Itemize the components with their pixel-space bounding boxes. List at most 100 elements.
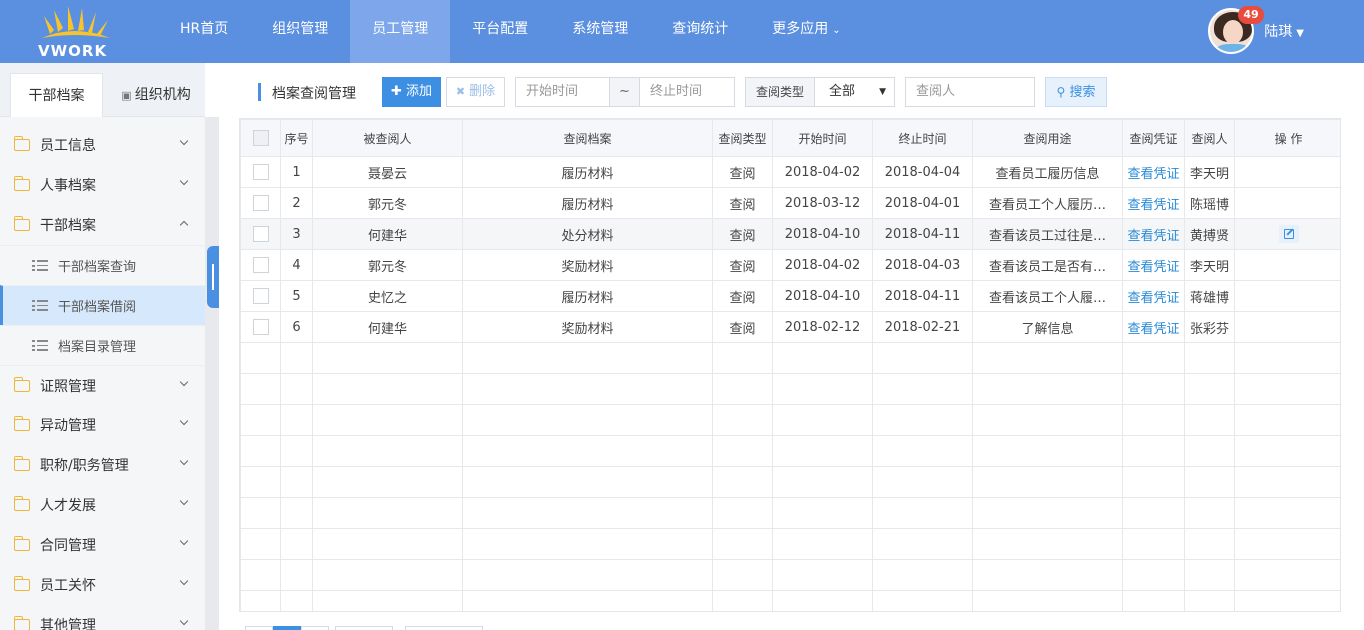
search-button-label: 搜索	[1069, 85, 1096, 100]
cell-subject: 何建华	[312, 218, 463, 250]
table-row[interactable]: 6 何建华 奖励材料 查阅 2018-02-12 2018-02-21 了解信息…	[240, 311, 1340, 343]
col-header-type: 查阅类型	[712, 119, 773, 157]
nav-label: 更多应用	[772, 21, 829, 37]
empty-row	[240, 528, 1340, 560]
cell-voucher: 查看凭证	[1122, 280, 1185, 312]
pager-size-select[interactable]	[335, 626, 393, 630]
nav-system-management[interactable]: 系统管理	[550, 0, 650, 63]
cell-viewer: 陈瑶博	[1184, 187, 1235, 219]
menu-contract-management[interactable]: 合同管理	[0, 525, 205, 565]
empty-row	[240, 373, 1340, 405]
caret-down-icon: ▼	[879, 87, 886, 97]
row-checkbox[interactable]	[252, 226, 269, 242]
table-row[interactable]: 5 史忆之 履历材料 查阅 2018-04-10 2018-04-11 查看该员…	[240, 280, 1340, 312]
list-icon	[32, 300, 48, 311]
cell-end: 2018-02-21	[872, 311, 973, 343]
notification-badge[interactable]: 49	[1238, 6, 1264, 24]
col-header-start: 开始时间	[772, 119, 873, 157]
start-time-input[interactable]: 开始时间	[515, 77, 610, 107]
query-type-select[interactable]: 全部 ▼	[814, 77, 895, 107]
menu-talent-development[interactable]: 人才发展	[0, 485, 205, 525]
nav-org-management[interactable]: 组织管理	[250, 0, 350, 63]
nav-query-stats[interactable]: 查询统计	[650, 0, 750, 63]
folder-icon	[13, 136, 30, 151]
view-voucher-link[interactable]: 查看凭证	[1127, 260, 1179, 275]
menu-personnel-archives[interactable]: 人事档案	[0, 165, 205, 205]
vwork-logo[interactable]: VWORK	[30, 4, 126, 60]
cell-index: 6	[280, 311, 313, 343]
table-row[interactable]: 2 郭元冬 履历材料 查阅 2018-03-12 2018-04-01 查看员工…	[240, 187, 1340, 219]
cell-actions	[1234, 156, 1340, 188]
edit-icon[interactable]	[1278, 225, 1299, 243]
add-button[interactable]: ✚ 添加	[382, 77, 441, 107]
search-button[interactable]: ⚲ 搜索	[1045, 77, 1107, 107]
cell-purpose: 查看该员工是否有…	[972, 249, 1123, 281]
row-checkbox[interactable]	[252, 164, 269, 180]
cell-viewer: 李天明	[1184, 249, 1235, 281]
row-checkbox[interactable]	[252, 257, 269, 273]
pager-prev-button[interactable]	[245, 626, 273, 630]
row-checkbox[interactable]	[252, 288, 269, 304]
nav-more-apps[interactable]: 更多应用 ⌄	[750, 0, 862, 63]
menu-label: 其他管理	[40, 618, 96, 630]
empty-row	[240, 466, 1340, 498]
menu-transfer-management[interactable]: 异动管理	[0, 405, 205, 445]
folder-icon	[13, 536, 30, 551]
cell-index: 1	[280, 156, 313, 188]
cell-subject: 郭元冬	[312, 187, 463, 219]
folder-icon	[13, 416, 30, 431]
table-row[interactable]: 3 何建华 处分材料 查阅 2018-04-10 2018-04-11 查看该员…	[240, 218, 1340, 250]
menu-employee-care[interactable]: 员工关怀	[0, 565, 205, 605]
cell-type: 查阅	[712, 156, 773, 188]
submenu-cadre-borrow[interactable]: 干部档案借阅	[0, 285, 205, 325]
cell-actions	[1234, 280, 1340, 312]
submenu-cadre-query[interactable]: 干部档案查询	[0, 245, 205, 285]
menu-license-management[interactable]: 证照管理	[0, 365, 205, 405]
view-voucher-link[interactable]: 查看凭证	[1127, 229, 1179, 244]
sidebar-scrollbar[interactable]	[205, 117, 219, 630]
main-nav: HR首页 组织管理 员工管理 平台配置 系统管理 查询统计 更多应用 ⌄	[158, 0, 863, 63]
view-voucher-link[interactable]: 查看凭证	[1127, 291, 1179, 306]
pager-page-button[interactable]	[273, 626, 301, 630]
close-icon: ✖	[455, 85, 466, 98]
chevron-down-icon	[179, 176, 189, 186]
sidebar-collapse-handle[interactable]	[207, 246, 219, 308]
cell-start: 2018-04-10	[772, 280, 873, 312]
query-person-input[interactable]: 查阅人	[905, 77, 1035, 107]
submenu-catalog-management[interactable]: 档案目录管理	[0, 325, 205, 365]
cell-index: 3	[280, 218, 313, 250]
cell-subject: 史忆之	[312, 280, 463, 312]
delete-button[interactable]: ✖ 删除	[446, 77, 505, 107]
end-time-input[interactable]: 终止时间	[639, 77, 735, 107]
view-voucher-link[interactable]: 查看凭证	[1127, 167, 1179, 182]
nav-employee-management[interactable]: 员工管理	[350, 0, 451, 63]
table-row[interactable]: 4 郭元冬 奖励材料 查阅 2018-04-02 2018-04-03 查看该员…	[240, 249, 1340, 281]
table-row[interactable]: 1 聂晏云 履历材料 查阅 2018-04-02 2018-04-04 查看员工…	[240, 156, 1340, 188]
org-chart-icon: ▣	[121, 89, 132, 102]
cell-type: 查阅	[712, 249, 773, 281]
delete-button-label: 删除	[469, 84, 496, 99]
view-voucher-link[interactable]: 查看凭证	[1127, 198, 1179, 213]
menu-cadre-archives[interactable]: 干部档案	[0, 205, 205, 245]
chevron-down-icon	[179, 136, 189, 146]
list-icon	[32, 340, 48, 351]
row-checkbox[interactable]	[252, 319, 269, 335]
tab-org-structure[interactable]: ▣ 组织机构	[110, 73, 202, 117]
cell-archive: 奖励材料	[462, 311, 713, 343]
nav-platform-config[interactable]: 平台配置	[450, 0, 550, 63]
cell-actions	[1234, 187, 1340, 219]
row-checkbox[interactable]	[252, 195, 269, 211]
tab-cadre-archives[interactable]: 干部档案	[10, 73, 103, 117]
nav-hr-home[interactable]: HR首页	[158, 0, 250, 63]
menu-employee-info[interactable]: 员工信息	[0, 125, 205, 165]
menu-title-management[interactable]: 职称/职务管理	[0, 445, 205, 485]
menu-other-management[interactable]: 其他管理	[0, 605, 205, 630]
sidebar-menu: 员工信息 人事档案 干部档案 干部档案查询 干部档案借阅 档案目录管理 证照管理…	[0, 125, 205, 630]
view-voucher-link[interactable]: 查看凭证	[1127, 322, 1179, 337]
select-all-checkbox[interactable]	[252, 130, 269, 146]
username[interactable]: 陆琪 ▼	[1264, 21, 1304, 41]
cell-start: 2018-04-02	[772, 249, 873, 281]
pager-next-button[interactable]	[301, 626, 329, 630]
pager-jump-input[interactable]	[405, 626, 483, 630]
search-icon: ⚲	[1056, 85, 1066, 99]
